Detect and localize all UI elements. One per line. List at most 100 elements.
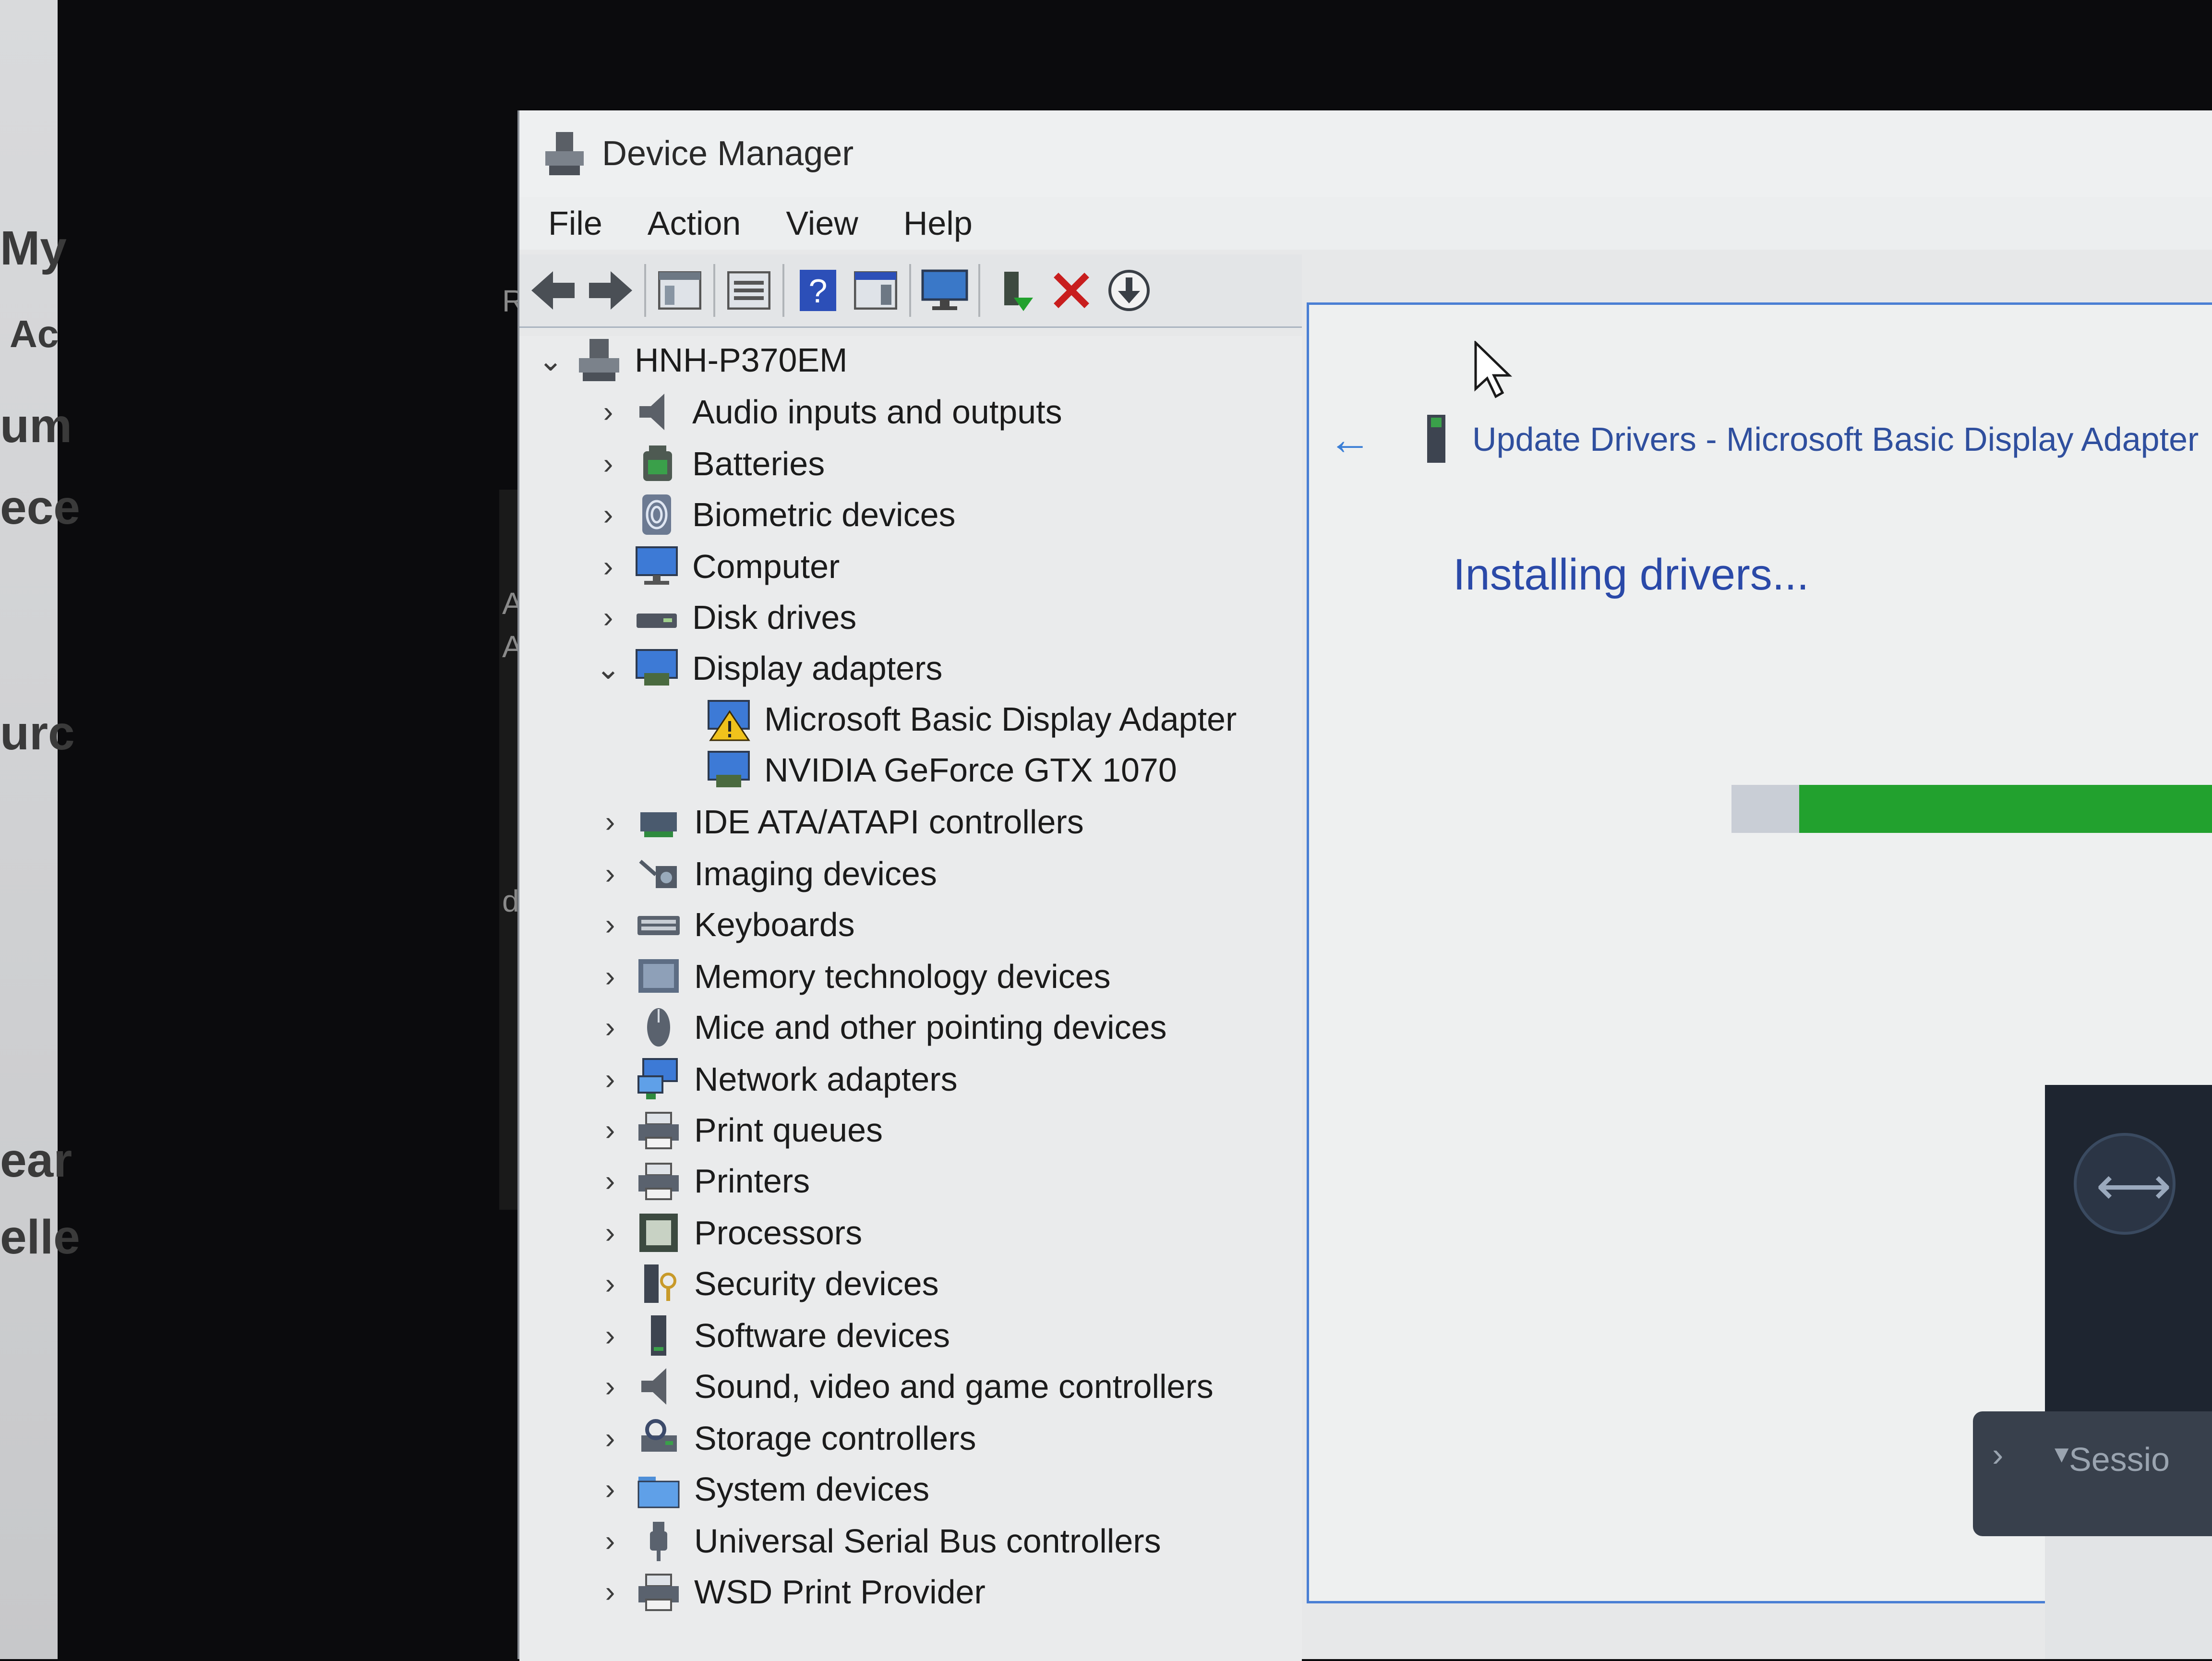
tree-category-label: Disk drives (692, 599, 857, 636)
svg-text:?: ? (809, 272, 828, 310)
window-title: Device Manager (602, 134, 854, 173)
usb-icon (637, 1519, 681, 1563)
chevron-right-icon[interactable]: › (593, 1209, 627, 1257)
show-hide-console-tree-icon[interactable] (656, 264, 704, 317)
tree-category-disk-drives[interactable]: › Disk drives (591, 593, 857, 641)
background-text: elle (0, 1210, 80, 1264)
tree-device-microsoft-basic[interactable]: Microsoft Basic Display Adapter (697, 695, 1237, 743)
chevron-right-icon[interactable]: › (593, 1157, 627, 1205)
display-adapter-icon (707, 748, 751, 792)
menu-bar: File Action View Help (519, 197, 2212, 250)
tree-category-label: Computer (692, 548, 840, 585)
title-bar[interactable]: Device Manager (519, 110, 2212, 197)
tree-category-software[interactable]: › Software devices (593, 1312, 950, 1360)
back-arrow-icon[interactable] (529, 264, 577, 317)
update-drivers-title: Update Drivers - Microsoft Basic Display… (1472, 421, 2199, 458)
security-icon (637, 1262, 681, 1306)
chevron-right-icon[interactable]: › (593, 1568, 627, 1616)
update-driver-device-icon (1424, 413, 1448, 466)
background-text: urc (0, 706, 75, 760)
tree-category-mice[interactable]: › Mice and other pointing devices (593, 1003, 1166, 1051)
chevron-right-icon[interactable]: › (591, 593, 625, 641)
tree-category-ide[interactable]: › IDE ATA/ATAPI controllers (593, 798, 1084, 846)
tree-category-label: Display adapters (692, 650, 943, 687)
tree-category-label: System devices (694, 1470, 930, 1508)
menu-help[interactable]: Help (903, 204, 973, 242)
disk-drive-icon (635, 595, 679, 639)
chevron-right-icon[interactable]: › (593, 901, 627, 949)
chevron-right-icon[interactable]: › (593, 798, 627, 846)
forward-arrow-icon[interactable] (587, 264, 635, 317)
tree-category-label: Imaging devices (694, 855, 937, 892)
tree-category-sound[interactable]: › Sound, video and game controllers (593, 1362, 1214, 1410)
tree-category-security[interactable]: › Security devices (593, 1260, 939, 1308)
tree-category-label: Biometric devices (692, 496, 956, 533)
tree-category-processors[interactable]: › Processors (593, 1209, 862, 1257)
chevron-down-icon[interactable]: ⌄ (591, 644, 625, 692)
printer-icon (637, 1159, 681, 1203)
action-pane-icon[interactable] (852, 264, 900, 317)
tree-category-label: Processors (694, 1214, 863, 1252)
chevron-right-icon[interactable]: › (593, 1362, 627, 1410)
tree-root[interactable]: ⌄ HNH-P370EM (534, 336, 847, 384)
chevron-right-icon[interactable]: › (591, 440, 625, 488)
chevron-right-icon[interactable]: › (593, 1312, 627, 1360)
tree-category-wsd[interactable]: › WSD Print Provider (593, 1568, 986, 1616)
chevron-right-icon[interactable]: › (593, 1260, 627, 1308)
tree-category-memory[interactable]: › Memory technology devices (593, 952, 1111, 1000)
menu-file[interactable]: File (548, 204, 602, 242)
tree-category-audio[interactable]: › Audio inputs and outputs (591, 388, 1062, 436)
background-text: My (0, 221, 67, 275)
chevron-right-icon[interactable]: › (593, 1414, 627, 1462)
chevron-right-icon[interactable]: › (593, 1465, 627, 1513)
update-driver-icon[interactable] (990, 264, 1038, 317)
tree-category-computer[interactable]: › Computer (591, 542, 840, 590)
tree-category-printers[interactable]: › Printers (593, 1157, 810, 1205)
tree-category-display-adapters[interactable]: ⌄ Display adapters (591, 644, 942, 692)
menu-view[interactable]: View (786, 204, 858, 242)
tree-category-network[interactable]: › Network adapters (593, 1055, 958, 1103)
chevron-right-icon[interactable]: › (593, 952, 627, 1000)
back-arrow-icon[interactable]: ← (1328, 415, 1371, 465)
session-tab[interactable]: › ▼ Sessio (1973, 1411, 2212, 1536)
tree-category-storage[interactable]: › Storage controllers (593, 1414, 976, 1462)
keyboard-icon (637, 903, 681, 947)
chevron-right-icon[interactable]: › (593, 850, 627, 898)
chevron-down-icon[interactable]: ⌄ (534, 336, 567, 384)
display-adapter-icon (635, 646, 679, 690)
tree-category-keyboards[interactable]: › Keyboards (593, 901, 855, 949)
chevron-right-icon[interactable]: › (1992, 1435, 2003, 1474)
tree-category-system[interactable]: › System devices (593, 1465, 929, 1513)
toolbar-separator (909, 264, 911, 317)
scan-hardware-icon[interactable] (921, 264, 969, 317)
tree-category-label: Print queues (694, 1111, 883, 1149)
properties-icon[interactable] (725, 264, 773, 317)
tree-category-label: WSD Print Provider (694, 1573, 986, 1611)
chevron-right-icon[interactable]: › (593, 1517, 627, 1565)
tree-category-print-queues[interactable]: › Print queues (593, 1106, 883, 1154)
chevron-right-icon[interactable]: › (591, 542, 625, 590)
remote-logo-icon (2074, 1133, 2176, 1235)
tree-device-nvidia[interactable]: NVIDIA GeForce GTX 1070 (697, 746, 1177, 794)
tree-category-label: Security devices (694, 1265, 939, 1302)
uninstall-icon[interactable] (1047, 264, 1095, 317)
battery-icon (635, 442, 679, 486)
chevron-right-icon[interactable]: › (591, 388, 625, 436)
tree-device-label: NVIDIA GeForce GTX 1070 (764, 751, 1177, 789)
session-tab-label: Sessio (2069, 1441, 2170, 1478)
tree-category-label: Storage controllers (694, 1420, 976, 1457)
tree-category-usb[interactable]: › Universal Serial Bus controllers (593, 1517, 1161, 1565)
tree-category-imaging[interactable]: › Imaging devices (593, 850, 937, 898)
tree-category-batteries[interactable]: › Batteries (591, 440, 825, 488)
chevron-right-icon[interactable]: › (591, 491, 625, 539)
tree-category-biometric[interactable]: › Biometric devices (591, 491, 956, 539)
tree-category-label: Batteries (692, 445, 825, 482)
chevron-right-icon[interactable]: › (593, 1055, 627, 1103)
chevron-right-icon[interactable]: › (593, 1106, 627, 1154)
install-driver-icon[interactable] (1105, 264, 1153, 317)
help-icon[interactable]: ? (794, 264, 842, 317)
menu-action[interactable]: Action (648, 204, 741, 242)
chevron-right-icon[interactable]: › (593, 1003, 627, 1051)
tree-category-label: Keyboards (694, 906, 855, 943)
toolbar: ? (519, 254, 1302, 328)
